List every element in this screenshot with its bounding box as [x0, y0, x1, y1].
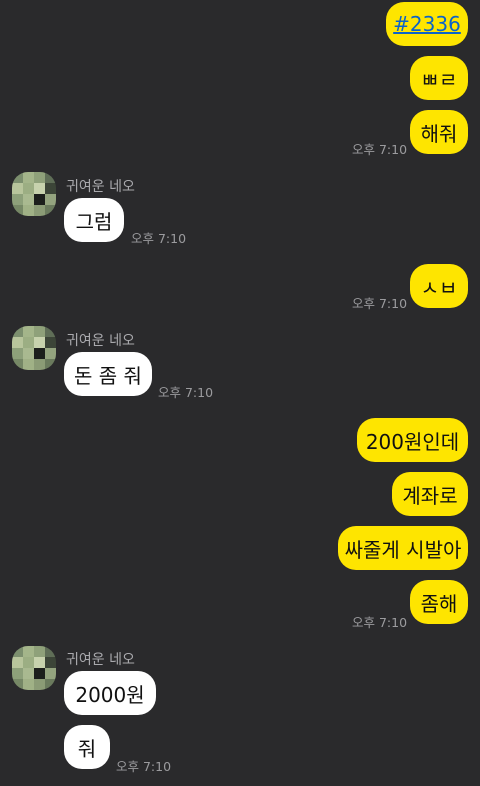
hashtag-link[interactable]: #2336 — [393, 12, 461, 36]
message-timestamp: 오후 7:10 — [131, 231, 187, 246]
message-timestamp: 오후 7:10 — [158, 385, 214, 400]
my-message-bubble[interactable]: ㅅㅂ — [410, 264, 468, 308]
contact-avatar[interactable] — [12, 172, 56, 216]
contact-avatar[interactable] — [12, 646, 56, 690]
message-timestamp: 오후 7:10 — [352, 296, 408, 311]
their-message-bubble[interactable]: 그럼 — [64, 198, 124, 242]
my-message-bubble[interactable]: ㅃㄹ — [410, 56, 468, 100]
sender-name: 귀여운 네오 — [66, 652, 135, 668]
message-timestamp: 오후 7:10 — [352, 142, 408, 157]
their-message-bubble[interactable]: 돈 좀 줘 — [64, 352, 152, 396]
my-message-bubble[interactable]: 해줘 — [410, 110, 468, 154]
my-message-bubble[interactable]: #2336 — [386, 2, 468, 46]
contact-avatar[interactable] — [12, 326, 56, 370]
message-timestamp: 오후 7:10 — [352, 615, 408, 630]
my-message-bubble[interactable]: 계좌로 — [392, 472, 468, 516]
their-message-bubble[interactable]: 2000원 — [64, 671, 156, 715]
my-message-bubble[interactable]: 200원인데 — [357, 418, 468, 462]
my-message-bubble[interactable]: 싸줄게 시발아 — [338, 526, 468, 570]
sender-name: 귀여운 네오 — [66, 333, 135, 349]
sender-name: 귀여운 네오 — [66, 179, 135, 195]
message-timestamp: 오후 7:10 — [116, 759, 172, 774]
their-message-bubble[interactable]: 줘 — [64, 725, 110, 769]
my-message-bubble[interactable]: 좀해 — [410, 580, 468, 624]
